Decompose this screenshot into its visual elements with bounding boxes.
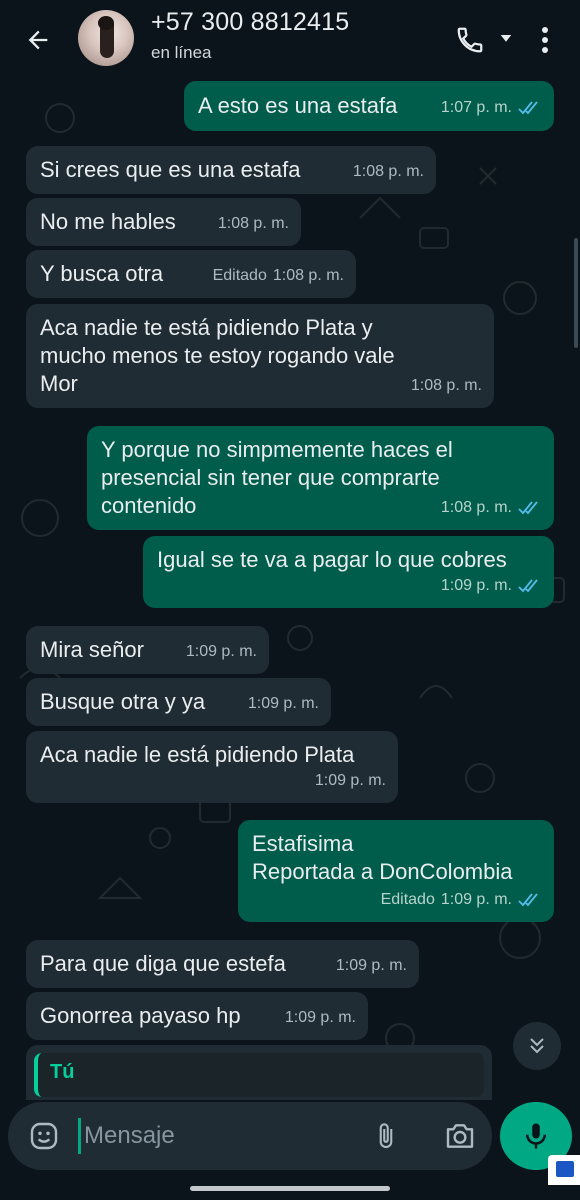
attach-button[interactable] <box>368 1118 404 1154</box>
message-meta: Editado 1:09 p. m. <box>381 886 542 914</box>
phone-icon <box>457 27 483 53</box>
message-bubble-outgoing[interactable]: Y porque no simpmemente haces el presenc… <box>87 426 554 530</box>
double-check-icon <box>518 101 538 115</box>
call-options-button[interactable] <box>494 26 518 50</box>
message-bubble-incoming[interactable]: Para que diga que estefa 1:09 p. m. <box>26 940 419 988</box>
message-time: 1:09 p. m. <box>247 695 319 712</box>
message-time: 1:09 p. m. <box>440 891 512 908</box>
message-meta: 1:08 p. m. <box>353 158 424 186</box>
avatar[interactable] <box>78 10 134 66</box>
message-bubble-incoming[interactable]: Mira señor 1:09 p. m. <box>26 626 269 674</box>
home-indicator[interactable] <box>190 1186 390 1191</box>
message-time: 1:09 p. m. <box>314 772 386 789</box>
emoji-icon <box>30 1122 58 1150</box>
message-bubble-incoming[interactable]: Gonorrea payaso hp 1:09 p. m. <box>26 992 368 1040</box>
message-text: Busque otra y ya <box>40 689 206 714</box>
more-options-button[interactable] <box>530 20 560 60</box>
message-text: Mira señor <box>40 637 144 662</box>
more-vertical-icon <box>542 27 548 53</box>
message-time: 1:09 p. m. <box>284 1009 356 1026</box>
back-button[interactable] <box>18 20 58 60</box>
camera-button[interactable] <box>440 1118 480 1154</box>
message-meta: 1:09 p. m. <box>285 1004 356 1032</box>
message-bubble-outgoing[interactable]: A esto es una estafa 1:07 p. m. <box>184 81 554 131</box>
message-bubble-incoming[interactable]: Aca nadie te está pidiendo Plata y mucho… <box>26 304 494 408</box>
edited-label: Editado <box>380 891 435 908</box>
message-meta: 1:08 p. m. <box>218 210 289 238</box>
message-meta: 1:08 p. m. <box>411 372 482 400</box>
arrow-left-icon <box>28 30 48 50</box>
message-line: Y porque no simpmemente haces el <box>101 437 453 462</box>
corner-badge <box>548 1155 580 1185</box>
message-text: Para que diga que estefa <box>40 951 286 976</box>
message-meta: 1:09 p. m. <box>186 638 257 666</box>
voice-call-button[interactable] <box>450 20 490 60</box>
double-check-icon <box>518 893 538 907</box>
message-text: Y busca otra <box>40 261 164 286</box>
paperclip-icon <box>379 1123 393 1149</box>
message-time: 1:08 p. m. <box>217 215 289 232</box>
chat-area[interactable]: A esto es una estafa 1:07 p. m. Si crees… <box>0 78 580 1100</box>
message-meta: 1:09 p. m. <box>441 572 542 600</box>
double-check-icon <box>518 579 538 593</box>
message-time: 1:08 p. m. <box>272 267 344 284</box>
message-text: Aca nadie le está pidiendo Plata <box>40 742 355 767</box>
message-bubble-incoming[interactable]: Aca nadie le está pidiendo Plata 1:09 p.… <box>26 731 398 803</box>
reply-message-preview[interactable]: Tú <box>26 1045 492 1100</box>
message-time: 1:08 p. m. <box>410 377 482 394</box>
message-bubble-incoming[interactable]: Si crees que es una estafa 1:08 p. m. <box>26 146 436 194</box>
message-meta: 1:09 p. m. <box>315 767 386 795</box>
message-meta: 1:09 p. m. <box>336 952 407 980</box>
edited-label: Editado <box>212 267 267 284</box>
scroll-to-bottom-button[interactable] <box>513 1022 561 1070</box>
message-text: Si crees que es una estafa <box>40 157 301 182</box>
message-bubble-outgoing[interactable]: Estafisima Reportada a DonColombia Edita… <box>238 820 554 922</box>
message-time: 1:08 p. m. <box>352 163 424 180</box>
contact-name[interactable]: +57 300 8812415 <box>151 8 349 37</box>
message-time: 1:09 p. m. <box>440 577 512 594</box>
message-text: Gonorrea payaso hp <box>40 1003 241 1028</box>
message-meta: 1:08 p. m. <box>441 494 542 522</box>
double-check-icon <box>518 501 538 515</box>
camera-icon <box>446 1124 474 1148</box>
message-input[interactable] <box>80 1114 360 1158</box>
message-bubble-incoming[interactable]: Y busca otra Editado 1:08 p. m. <box>26 250 356 298</box>
message-bubble-incoming[interactable]: No me hables 1:08 p. m. <box>26 198 301 246</box>
message-line: presencial sin tener que comprarte <box>101 465 440 490</box>
message-text: A esto es una estafa <box>198 93 398 118</box>
quoted-sender: Tú <box>34 1053 484 1097</box>
message-composer <box>8 1102 492 1170</box>
message-time: 1:07 p. m. <box>440 99 512 116</box>
scrollbar[interactable] <box>574 238 578 348</box>
mic-icon <box>526 1123 546 1149</box>
message-meta: 1:07 p. m. <box>441 94 542 122</box>
message-text: No me hables <box>40 209 176 234</box>
double-chevron-down-icon <box>530 1038 544 1054</box>
message-time: 1:08 p. m. <box>440 499 512 516</box>
message-line: Estafisima <box>252 831 354 856</box>
message-time: 1:09 p. m. <box>185 643 257 660</box>
message-line: Aca nadie te está pidiendo Plata y <box>40 315 373 340</box>
message-text: Igual se te va a pagar lo que cobres <box>157 547 507 572</box>
message-line: mucho menos te estoy rogando vale <box>40 343 395 368</box>
message-meta: 1:09 p. m. <box>248 690 319 718</box>
message-bubble-incoming[interactable]: Busque otra y ya 1:09 p. m. <box>26 678 331 726</box>
contact-status: en línea <box>151 43 212 62</box>
message-time: 1:09 p. m. <box>335 957 407 974</box>
message-bubble-outgoing[interactable]: Igual se te va a pagar lo que cobres 1:0… <box>143 536 554 608</box>
chat-header: +57 300 8812415 en línea <box>0 0 580 78</box>
emoji-button[interactable] <box>26 1118 62 1154</box>
message-meta: Editado 1:08 p. m. <box>213 262 344 290</box>
message-line: Reportada a DonColombia <box>252 859 513 884</box>
caret-down-icon <box>500 35 512 42</box>
